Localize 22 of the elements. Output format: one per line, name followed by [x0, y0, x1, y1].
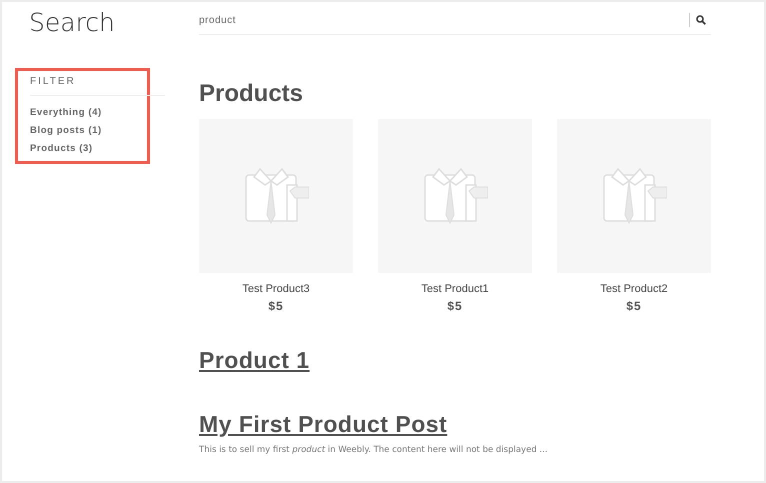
- product-name[interactable]: Test Product2: [600, 283, 668, 295]
- search-icon: [696, 15, 706, 25]
- product-thumbnail[interactable]: [557, 119, 711, 273]
- filter-link[interactable]: Everything (4): [30, 104, 102, 122]
- shirt-icon: [601, 167, 667, 225]
- filter-heading: FILTER: [30, 76, 165, 96]
- product-price: $5: [447, 299, 463, 313]
- result-excerpt: This is to sell my first product in Weebly. The content here will not be displayed ...: [199, 445, 549, 455]
- shirt-icon: [422, 167, 488, 225]
- product-price: $5: [268, 299, 284, 313]
- filter-link[interactable]: Products (3): [30, 140, 93, 158]
- shirt-icon: [243, 167, 309, 225]
- product-name[interactable]: Test Product3: [242, 283, 310, 295]
- page-title: Search: [29, 10, 116, 36]
- product-price: $5: [626, 299, 642, 313]
- product-thumbnail[interactable]: [199, 119, 353, 273]
- section-heading: Products: [199, 81, 304, 107]
- product-name[interactable]: Test Product1: [421, 283, 489, 295]
- result-title-link[interactable]: Product 1: [199, 347, 310, 373]
- result-title-link[interactable]: My First Product Post: [199, 411, 448, 437]
- product-thumbnail[interactable]: [378, 119, 532, 273]
- filter-link[interactable]: Blog posts (1): [30, 122, 102, 140]
